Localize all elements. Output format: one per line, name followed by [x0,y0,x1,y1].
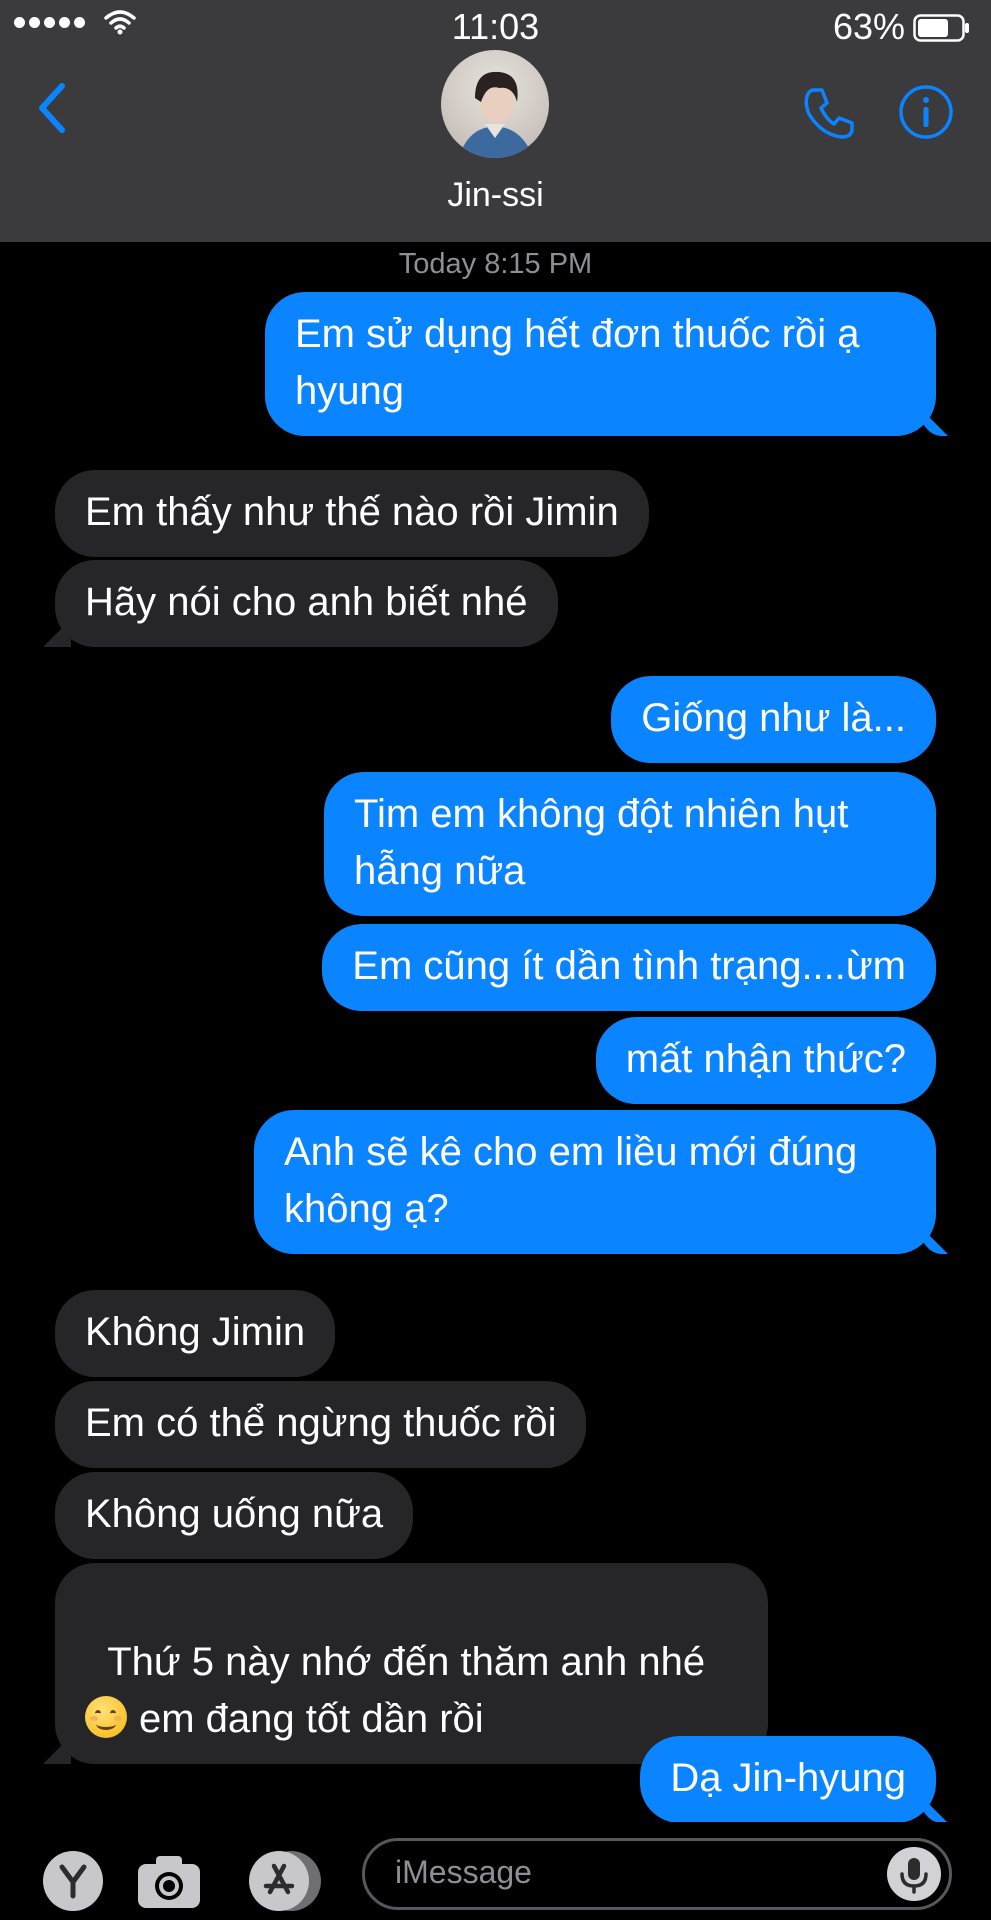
imessage-placeholder: iMessage [395,1854,532,1890]
battery-icon [913,14,969,42]
contact-name[interactable]: Jin-ssi [0,176,991,215]
back-chevron-icon[interactable] [32,78,72,138]
message-bubble-incoming[interactable]: Em có thể ngừng thuốc rồi [55,1381,587,1468]
message-bubble-outgoing[interactable]: Giống như là... [611,676,936,763]
app-store-icon[interactable] [246,1848,324,1914]
message-bubble-outgoing[interactable]: mất nhận thức? [595,1017,936,1104]
message-bubble-incoming[interactable]: Hãy nói cho anh biết nhé [55,560,558,647]
avatar-photo [459,71,533,158]
message-bubble-incoming[interactable]: Thứ 5 này nhớ đến thăm anh nhé em đang tố… [55,1563,768,1764]
message-bubble-outgoing[interactable]: Dạ Jin-hyung [640,1736,936,1823]
message-bubble-outgoing[interactable]: Em sử dụng hết đơn thuốc rồi ạ hyung [265,292,936,436]
message-bubble-incoming[interactable]: Em thấy như thế nào rồi Jimin [55,470,649,557]
battery-percent: 63% [832,6,905,47]
message-line: Thứ 5 này nhớ đến thăm anh nhé [107,1640,706,1684]
message-bubble-outgoing[interactable]: Tim em không đột nhiên hụt hẫng nữa [324,772,936,916]
status-bar: 11:03 63% [0,0,991,56]
conversation-timestamp: Today 8:15 PM [398,248,593,280]
message-bubble-outgoing[interactable]: Anh sẽ kê cho em liều mới đúng không ạ? [254,1110,936,1254]
message-bubble-incoming[interactable]: Không uống nữa [55,1472,414,1559]
message-bubble-incoming[interactable]: Không Jimin [55,1290,336,1377]
conversation-header: 11:03 63% Jin-ssi [0,0,991,242]
microphone-icon[interactable] [887,1847,941,1901]
message-line: em đang tốt dần rồi [139,1697,484,1741]
y-app-icon[interactable] [40,1848,106,1914]
camera-icon[interactable] [134,1852,204,1912]
phone-icon[interactable] [800,84,858,142]
info-icon[interactable] [898,84,954,140]
imessage-input[interactable]: iMessage [362,1838,952,1910]
message-bubble-outgoing[interactable]: Em cũng ít dần tình trạng....ừm [322,924,936,1011]
contact-avatar[interactable] [441,50,549,158]
smiling-face-emoji-icon [85,1696,127,1738]
